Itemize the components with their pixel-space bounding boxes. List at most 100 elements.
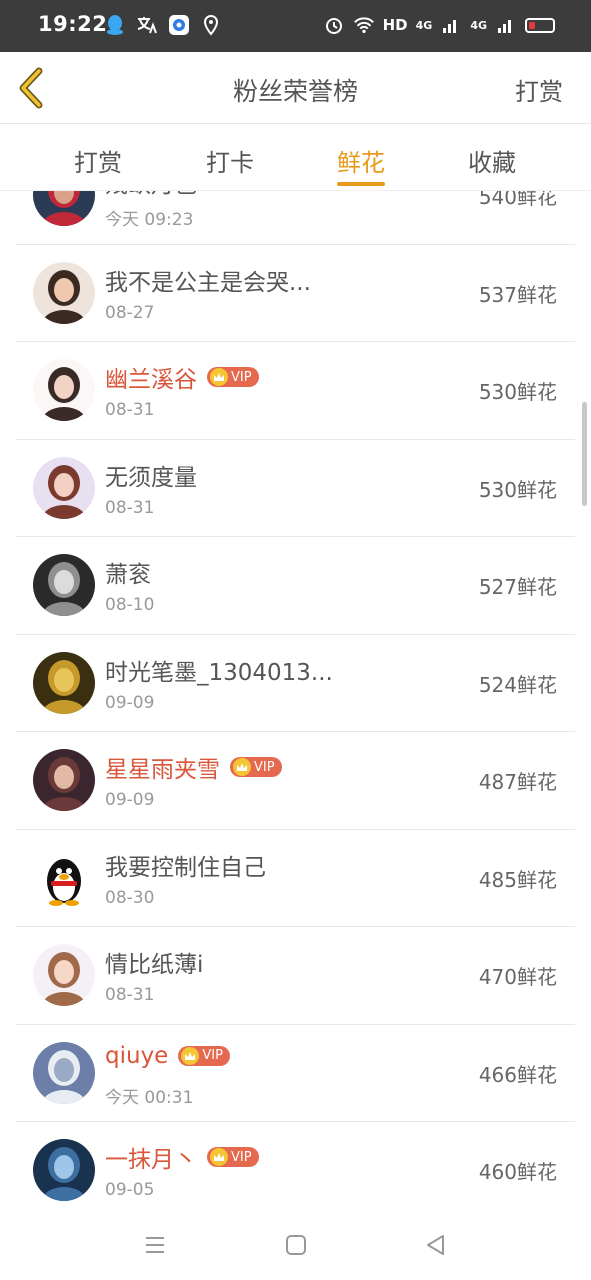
vip-label: VIP [231,369,252,385]
battery-icon [525,17,555,33]
crown-icon [210,1148,228,1166]
hd-label: HD [382,16,408,34]
flower-count: 487鲜花 [478,770,557,794]
back-nav-button[interactable] [420,1230,450,1260]
crown-icon [181,1046,200,1065]
signal-icon [440,14,462,36]
list-item[interactable]: 幽兰溪谷 VIP 08-31 530鲜花 [16,342,575,440]
status-right-icons: HD 4G 4G [323,14,555,36]
user-name: 我不是公主是会哭... [105,269,311,296]
user-name: 时光笔墨_1304013... [105,659,333,686]
item-date: 今天 00:31 [105,1087,194,1108]
avatar[interactable] [33,944,95,1006]
flower-count: 460鲜花 [478,1160,557,1184]
status-left-icons [104,14,222,36]
tab-active-indicator [337,182,385,186]
name-line: 我不是公主是会哭... [105,263,311,297]
tab-reward[interactable]: 打赏 [58,143,138,178]
user-name: 我要控制住自己 [105,854,266,881]
user-name: 幽兰溪谷 [105,367,197,393]
list-item[interactable]: 一抹月丶 VIP 09-05 460鲜花 [16,1122,575,1208]
flower-count: 530鲜花 [478,477,557,502]
item-date: 08-30 [105,887,155,908]
item-date: 08-27 [105,302,155,323]
list-item[interactable]: 萧衮 08-10 527鲜花 [16,537,575,635]
item-date: 08-31 [105,985,155,1005]
list-item[interactable]: 时光笔墨_1304013... 09-09 524鲜花 [16,635,575,732]
list-item[interactable]: 残缺月色今天 09:23 540鲜花 [16,191,575,245]
avatar[interactable] [33,554,95,616]
tab-checkin[interactable]: 打卡 [190,143,270,178]
user-name: 萧衮 [105,562,151,588]
item-date: 08-31 [105,497,155,518]
name-line: 我要控制住自己 [105,848,266,882]
vip-badge: VIP [207,1147,259,1167]
item-date: 09-09 [105,790,155,810]
name-line: 幽兰溪谷 VIP [105,360,259,394]
name-line: 星星雨夹雪 VIP [105,750,282,784]
status-bar: 19:22 HD 4G 4G [0,0,591,52]
alarm-icon [323,14,345,36]
vip-label: VIP [231,1149,252,1165]
flower-count: 537鲜花 [478,282,557,307]
qq-icon [104,14,126,36]
list-item[interactable]: 无须度量 08-31 530鲜花 [16,440,575,537]
status-time: 19:22 [38,12,108,36]
back-triangle-icon [427,1235,444,1255]
location-icon [200,14,222,36]
name-line: 残缺月色 [105,191,197,199]
network-4g-1: 4G [415,18,433,32]
user-name: 无须度量 [105,464,197,491]
menu-icon [146,1237,164,1253]
menu-button[interactable] [140,1230,170,1260]
browser-icon [168,14,190,36]
avatar[interactable] [33,456,95,519]
home-button[interactable] [281,1230,311,1260]
user-name: 星星雨夹雪 [105,757,220,783]
title-bar: 粉丝荣誉榜 打赏 [0,52,591,124]
item-date: 09-05 [105,1180,155,1200]
name-line: 一抹月丶 VIP [105,1140,259,1174]
name-line: 时光笔墨_1304013... [105,653,333,687]
scrollbar[interactable] [582,402,587,506]
avatar[interactable] [33,749,95,811]
vip-label: VIP [254,759,275,775]
wifi-icon [353,14,375,36]
user-name: 残缺月色 [105,191,197,199]
tab-favorites[interactable]: 收藏 [452,143,532,178]
vip-badge: VIP [207,367,259,387]
name-line: 无须度量 [105,458,197,492]
translate-icon [136,14,158,36]
list-item[interactable]: 星星雨夹雪 VIP 09-09 487鲜花 [16,732,575,830]
name-line: 萧衮 [105,555,151,589]
user-name: qiuye [105,1042,169,1069]
fan-list[interactable]: 残缺月色今天 09:23540鲜花 我不是公主是会哭...08-27537鲜花 … [0,191,591,1208]
item-date: 09-09 [105,692,155,713]
list-item[interactable]: 我不是公主是会哭... 08-27 537鲜花 [16,245,575,342]
avatar[interactable] [33,651,95,714]
avatar[interactable] [33,846,95,909]
user-name: 一抹月丶 [105,1147,197,1173]
flower-count: 524鲜花 [478,672,557,697]
home-icon [286,1235,306,1255]
list-item[interactable]: 情比纸薄i 08-31 470鲜花 [16,927,575,1025]
name-line: 情比纸薄i [105,945,203,979]
avatar[interactable] [33,191,95,226]
vip-badge: VIP [230,757,282,777]
tab-flowers[interactable]: 鲜花 [321,143,401,178]
list-item[interactable]: qiuye VIP 今天 00:31 466鲜花 [16,1025,575,1122]
reward-button[interactable]: 打赏 [515,72,563,107]
avatar[interactable] [33,261,95,324]
crown-icon [233,758,251,776]
page-title: 粉丝荣誉榜 [232,77,358,106]
item-date: 今天 09:23 [105,210,194,230]
network-4g-2: 4G [470,18,487,32]
fan-list-content: 残缺月色今天 09:23540鲜花 我不是公主是会哭...08-27537鲜花 … [0,191,591,1208]
avatar[interactable] [33,359,95,421]
list-item[interactable]: 我要控制住自己 08-30 485鲜花 [16,830,575,927]
item-date: 08-10 [105,595,155,615]
flower-count: 485鲜花 [478,867,557,892]
avatar[interactable] [33,1139,95,1201]
avatar[interactable] [33,1041,95,1104]
flower-count: 540鲜花 [478,191,557,209]
